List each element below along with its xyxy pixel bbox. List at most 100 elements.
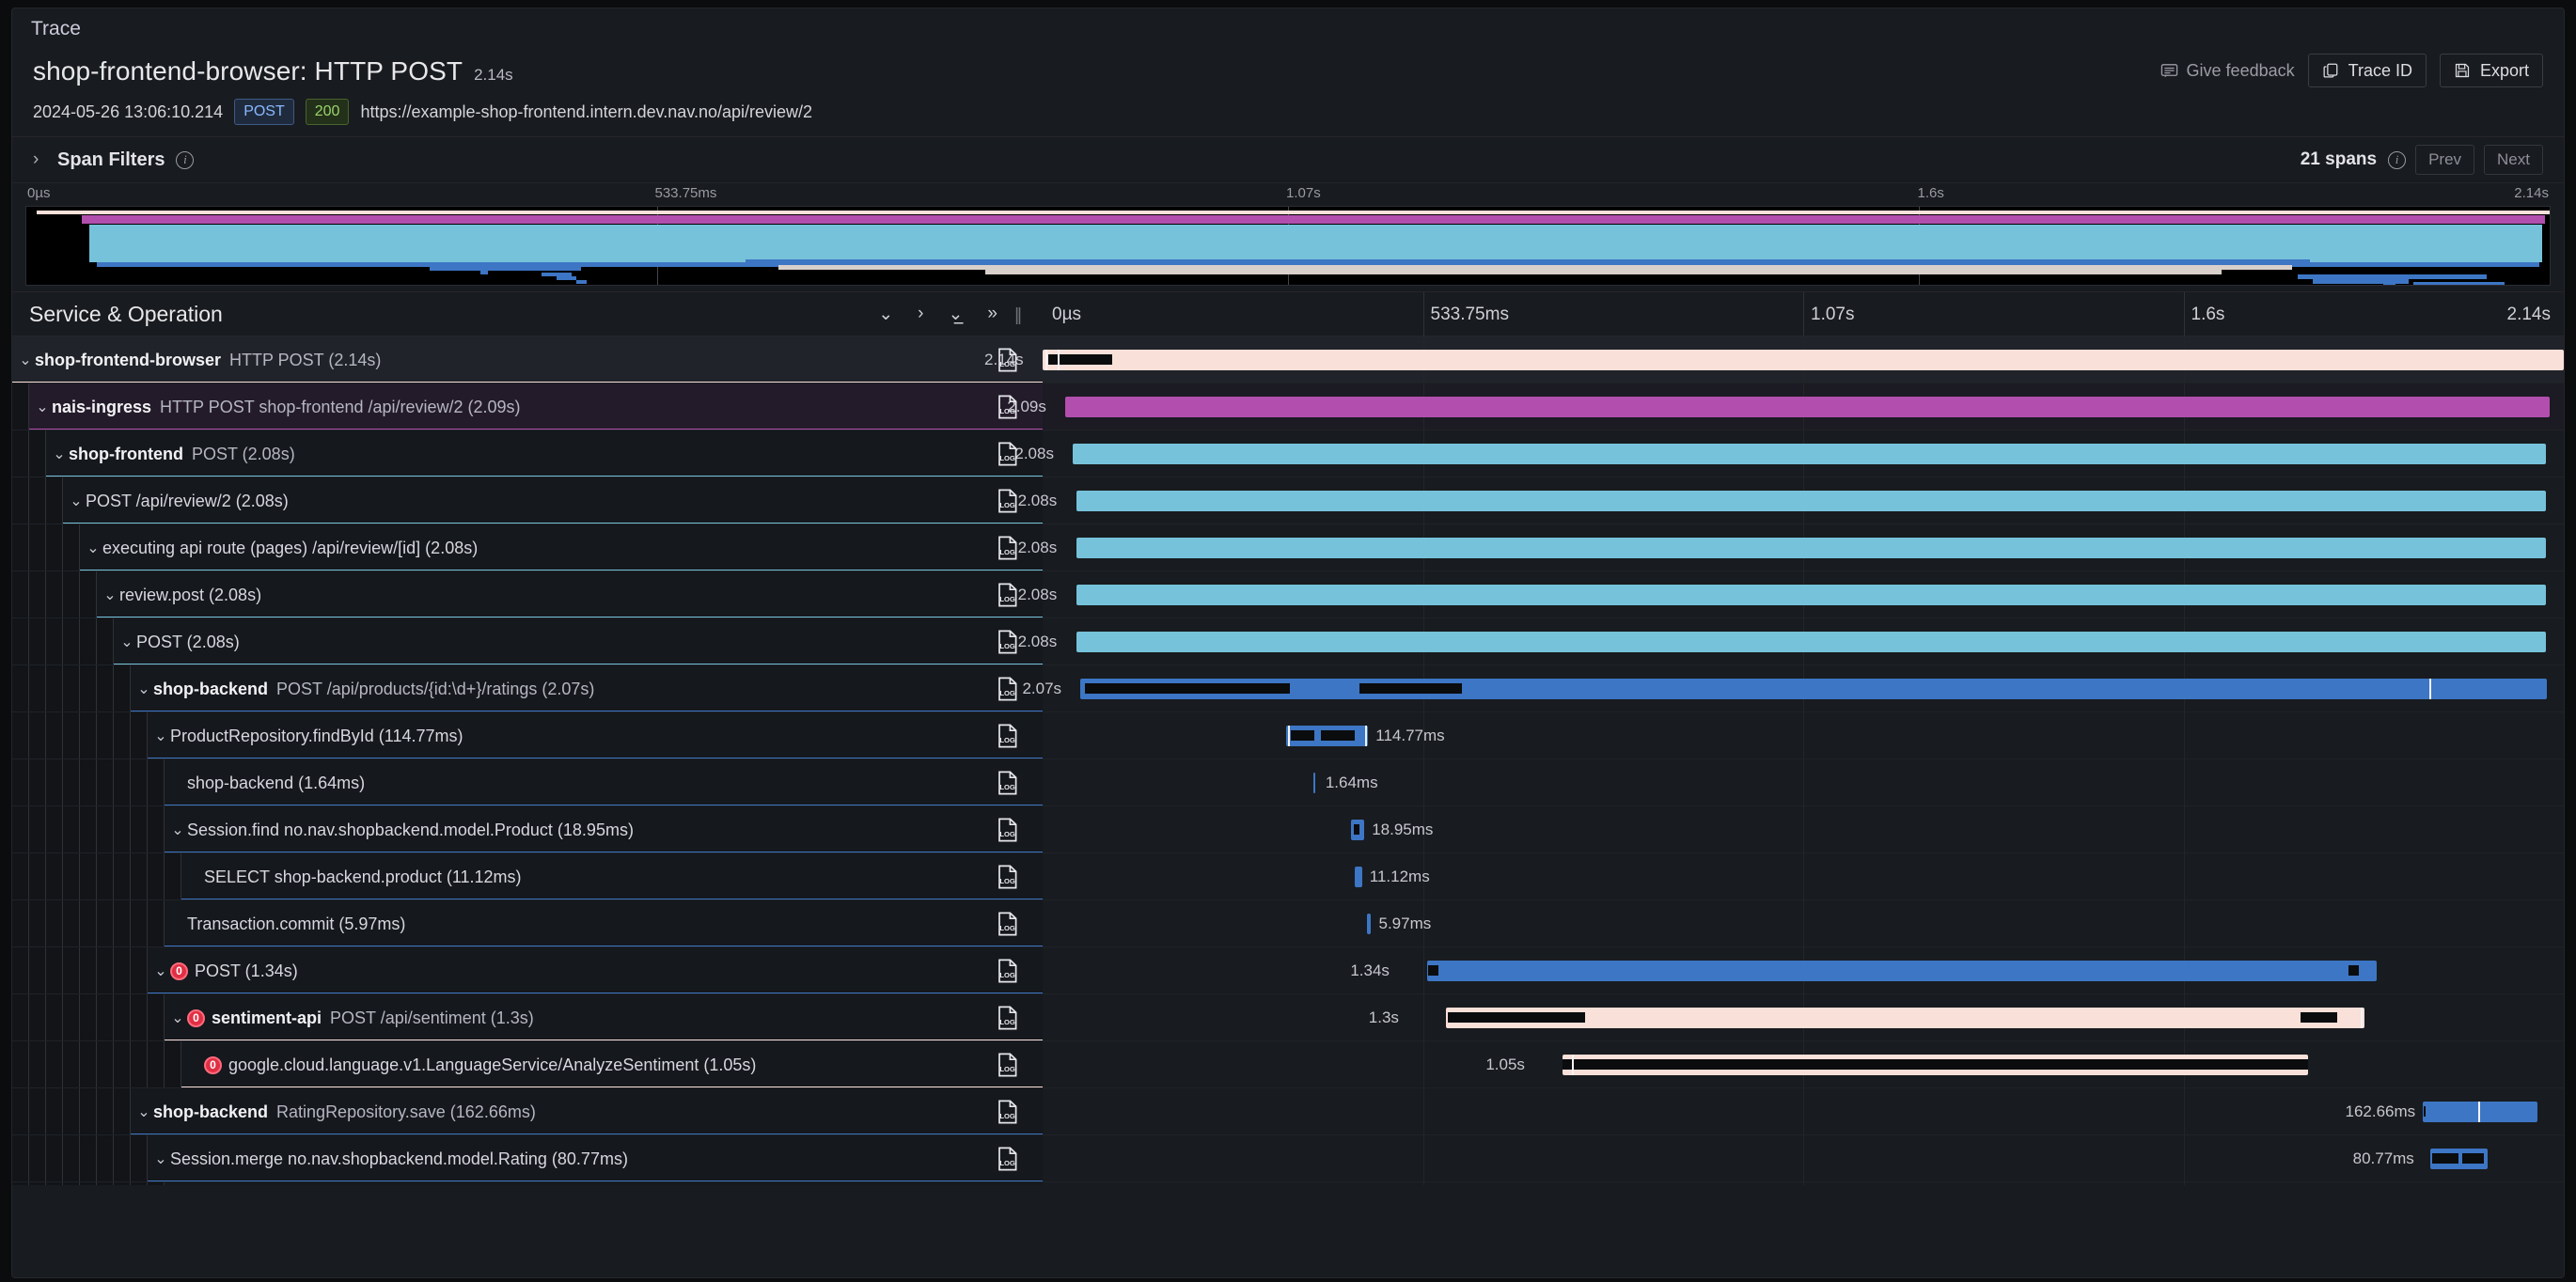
span-row-left[interactable]: SELECT shop-backend (9.22ms)LOG xyxy=(12,1182,1043,1185)
span-logs-button[interactable]: LOG xyxy=(997,430,1018,477)
column-resize-grip[interactable]: || xyxy=(1014,305,1022,326)
span-row[interactable]: ⌄ review.post (2.08s) LOG 2.08s xyxy=(12,571,2564,618)
span-row-timeline[interactable]: 2.08s xyxy=(1018,618,2564,665)
span-duration-bar[interactable] xyxy=(1354,867,1362,887)
span-name-cell[interactable]: ⌄ shop-backend RatingRepository.save (162.… xyxy=(131,1088,1043,1135)
span-row[interactable]: ⌄ nais-ingress HTTP POST shop-frontend /ap… xyxy=(12,383,2564,430)
span-duration-bar[interactable] xyxy=(1073,444,2546,464)
minimap-canvas[interactable] xyxy=(25,206,2551,286)
expand-one-icon[interactable]: › xyxy=(918,304,923,324)
expand-all-icon[interactable]: » xyxy=(987,304,997,324)
span-logs-button[interactable]: LOG xyxy=(997,336,1018,383)
span-expand-caret[interactable]: ⌄ xyxy=(16,351,35,369)
span-logs-button[interactable]: LOG xyxy=(997,853,1018,900)
span-expand-caret[interactable]: ⌄ xyxy=(84,539,102,557)
span-row-left[interactable]: ⌄ Session.find no.nav.shopbackend.model.P… xyxy=(12,806,1043,853)
span-row-timeline[interactable]: 1.64ms xyxy=(1043,759,2564,806)
span-duration-bar[interactable] xyxy=(1076,632,2546,652)
span-expand-caret[interactable]: ⌄ xyxy=(134,680,153,698)
span-row[interactable]: shop-backend (1.64ms) LOG 1.64ms xyxy=(12,759,2564,806)
span-logs-button[interactable]: LOG xyxy=(997,759,1018,806)
span-row[interactable]: ⌄ POST (2.08s) LOG 2.08s xyxy=(12,618,2564,665)
span-expand-caret[interactable]: ⌄ xyxy=(33,398,52,416)
span-name-cell[interactable]: SELECT shop-backend (9.22ms) xyxy=(165,1182,1043,1185)
span-name-cell[interactable]: SELECT shop-backend.product (11.12ms) xyxy=(181,853,1043,900)
span-name-cell[interactable]: ⌄ review.post (2.08s) xyxy=(97,571,1043,618)
span-duration-bar[interactable] xyxy=(2422,1102,2538,1122)
span-expand-caret[interactable]: ⌄ xyxy=(151,1149,170,1168)
span-expand-caret[interactable]: ⌄ xyxy=(134,1102,153,1121)
span-row-left[interactable]: ⌄ Session.merge no.nav.shopbackend.model.… xyxy=(12,1135,1043,1182)
span-expand-caret[interactable]: ⌄ xyxy=(101,586,119,604)
span-row[interactable]: ⌄ shop-frontend-browser HTTP POST (2.14s) L… xyxy=(12,336,2564,383)
span-name-cell[interactable]: ⌄ shop-frontend-browser HTTP POST (2.14s) xyxy=(12,336,1043,383)
span-name-cell[interactable]: ⌄ Session.merge no.nav.shopbackend.model.… xyxy=(148,1135,1043,1182)
trace-minimap[interactable]: 0µs 533.75ms 1.07s 1.6s 2.14s xyxy=(12,183,2564,291)
span-row-timeline[interactable]: 80.77ms xyxy=(1043,1135,2564,1182)
span-duration-bar[interactable] xyxy=(1313,773,1315,793)
chevron-right-icon[interactable]: › xyxy=(33,149,48,170)
span-name-cell[interactable]: ⌄ nais-ingress HTTP POST shop-frontend /ap… xyxy=(29,383,1043,430)
span-duration-bar[interactable] xyxy=(1366,914,1371,934)
span-row-left[interactable]: ⌄ shop-backend POST /api/products/{id:\d+}… xyxy=(12,665,1043,712)
span-row-timeline[interactable]: 162.66ms xyxy=(1043,1088,2564,1135)
span-name-cell[interactable]: ⌄ POST (2.08s) xyxy=(114,618,1043,665)
span-logs-button[interactable]: LOG xyxy=(997,618,1018,665)
span-row[interactable]: ⌄ Session.find no.nav.shopbackend.model.P… xyxy=(12,806,2564,853)
trace-id-button[interactable]: Trace ID xyxy=(2307,54,2427,87)
span-duration-bar[interactable] xyxy=(1043,350,2564,370)
span-row[interactable]: ⌄ shop-backend RatingRepository.save (162.… xyxy=(12,1088,2564,1135)
span-row-left[interactable]: ⌄ executing api route (pages) /api/review… xyxy=(12,524,1043,571)
span-row-timeline[interactable]: 2.08s xyxy=(1018,477,2564,524)
span-row[interactable]: ⌄ executing api route (pages) /api/review… xyxy=(12,524,2564,571)
span-duration-bar[interactable] xyxy=(2429,1149,2489,1169)
span-row-left[interactable]: ⌄ ProductRepository.findById (114.77ms) LO… xyxy=(12,712,1043,759)
span-filters-label[interactable]: Span Filters xyxy=(57,149,165,171)
span-expand-caret[interactable]: ⌄ xyxy=(168,821,187,839)
span-row-timeline[interactable]: 5.97ms xyxy=(1043,900,2564,947)
span-expand-caret[interactable]: ⌄ xyxy=(151,727,170,745)
span-name-cell[interactable]: ⌄ shop-frontend POST (2.08s) xyxy=(46,430,1043,477)
span-logs-button[interactable]: LOG xyxy=(997,947,1018,994)
span-row-timeline[interactable]: 11.12ms xyxy=(1043,853,2564,900)
span-duration-bar[interactable] xyxy=(1427,961,2377,981)
span-row-left[interactable]: ⌄ 0 POST (1.34s) LOG xyxy=(12,947,1043,994)
span-logs-button[interactable]: LOG xyxy=(997,1088,1018,1135)
span-logs-button[interactable]: LOG xyxy=(997,571,1018,618)
span-row-timeline[interactable]: 1.05s xyxy=(1043,1041,2564,1088)
span-row-left[interactable]: ⌄ 0 sentiment-api POST /api/sentiment (1.3s… xyxy=(12,994,1043,1041)
span-expand-caret[interactable]: ⌄ xyxy=(118,633,136,651)
span-expand-caret[interactable]: ⌄ xyxy=(50,445,69,463)
span-row-left[interactable]: SELECT shop-backend.product (11.12ms) LOG xyxy=(12,853,1043,900)
span-logs-button[interactable]: LOG xyxy=(997,994,1018,1041)
span-name-cell[interactable]: 0 google.cloud.language.v1.LanguageServic… xyxy=(181,1041,1043,1088)
span-row[interactable]: ⌄ POST /api/review/2 (2.08s) LOG 2.08s xyxy=(12,477,2564,524)
span-duration-bar[interactable] xyxy=(1445,1008,2365,1028)
spans-info-icon[interactable]: i xyxy=(2388,150,2407,169)
span-name-cell[interactable]: ⌄ POST /api/review/2 (2.08s) xyxy=(63,477,1043,524)
span-name-cell[interactable]: ⌄ 0 sentiment-api POST /api/sentiment (1.3s… xyxy=(165,994,1043,1041)
span-row[interactable]: ⌄ 0 sentiment-api POST /api/sentiment (1.3s… xyxy=(12,994,2564,1041)
span-logs-button[interactable]: LOG xyxy=(997,383,1018,430)
span-name-cell[interactable]: ⌄ shop-backend POST /api/products/{id:\d+}… xyxy=(131,665,1043,712)
span-row-timeline[interactable]: 18.95ms xyxy=(1043,806,2564,853)
span-row-timeline[interactable]: 2.08s xyxy=(1014,430,2564,477)
span-row-timeline[interactable]: 2.07s xyxy=(1022,665,2564,712)
span-duration-bar[interactable] xyxy=(1285,726,1369,746)
span-name-cell[interactable]: ⌄ 0 POST (1.34s) xyxy=(148,947,1043,994)
span-name-cell[interactable]: ⌄ executing api route (pages) /api/review… xyxy=(80,524,1043,571)
span-row-left[interactable]: ⌄ nais-ingress HTTP POST shop-frontend /ap… xyxy=(12,383,1043,430)
span-logs-button[interactable]: LOG xyxy=(997,665,1018,712)
span-row[interactable]: SELECT shop-backend.product (11.12ms) LOG… xyxy=(12,853,2564,900)
span-row[interactable]: 0 google.cloud.language.v1.LanguageServic… xyxy=(12,1041,2564,1088)
span-row-timeline[interactable]: 1.34s xyxy=(1043,947,2564,994)
span-row[interactable]: ⌄ 0 POST (1.34s) LOG 1.34s xyxy=(12,947,2564,994)
span-name-cell[interactable]: ⌄ Session.find no.nav.shopbackend.model.P… xyxy=(165,806,1043,853)
span-duration-bar[interactable] xyxy=(1563,1055,2309,1075)
span-row-left[interactable]: 0 google.cloud.language.v1.LanguageServic… xyxy=(12,1041,1043,1088)
span-row-timeline[interactable]: 9.22ms xyxy=(1043,1182,2564,1185)
span-row-left[interactable]: ⌄ POST (2.08s) LOG xyxy=(12,618,1043,665)
prev-span-button[interactable]: Prev xyxy=(2415,145,2475,175)
span-row[interactable]: SELECT shop-backend (9.22ms)LOG9.22ms xyxy=(12,1182,2564,1185)
span-logs-button[interactable]: LOG xyxy=(997,1182,1018,1185)
